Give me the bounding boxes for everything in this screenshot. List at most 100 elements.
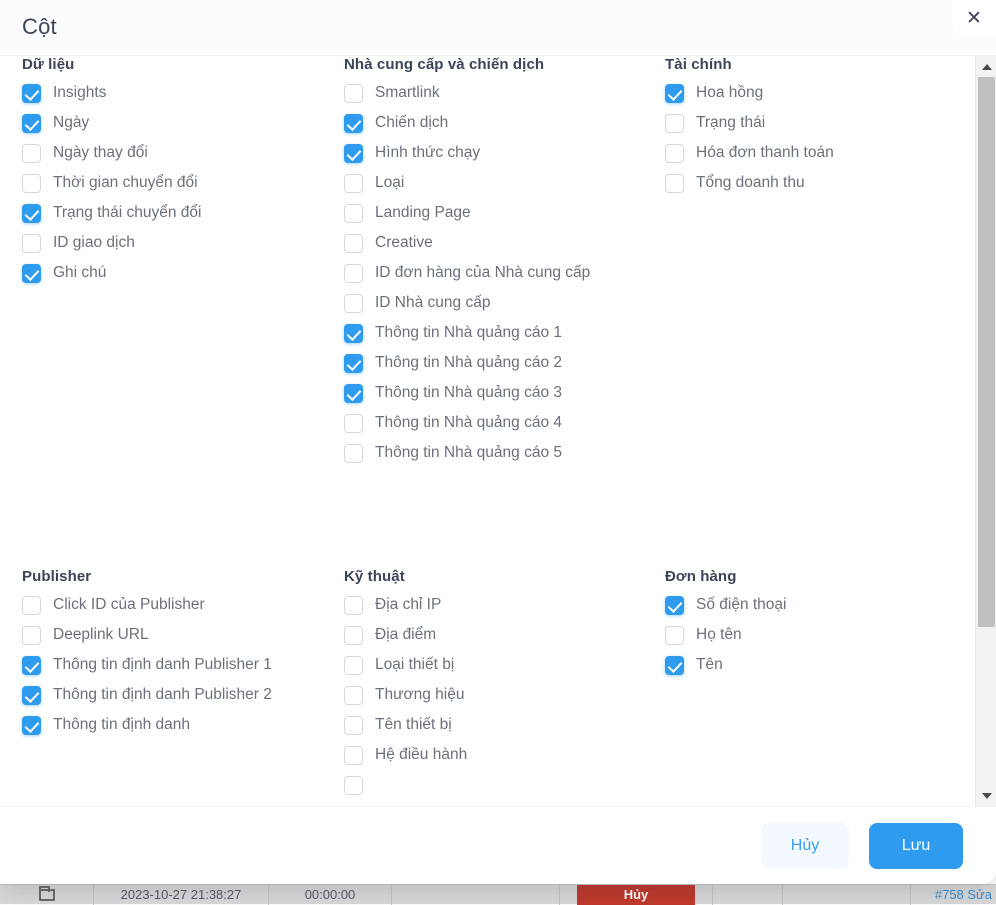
checkbox-option[interactable]: Hóa đơn thanh toán (665, 143, 965, 163)
checkbox-option[interactable]: Thương hiệu (344, 685, 644, 705)
checkbox-option[interactable]: Địa chỉ IP (344, 595, 644, 615)
checkbox-checked-icon[interactable] (665, 84, 684, 103)
checkbox-checked-icon[interactable] (22, 264, 41, 283)
checkbox-option[interactable]: Deeplink URL (22, 625, 322, 645)
checkbox-option-label: Click ID của Publisher (53, 595, 205, 614)
checkbox-option-label: Hệ điều hành (375, 745, 467, 764)
checkbox-option[interactable]: Hình thức chạy (344, 143, 644, 163)
checkbox-unchecked-icon[interactable] (344, 84, 363, 103)
checkbox-option[interactable]: Smartlink (344, 83, 644, 103)
checkbox-checked-icon[interactable] (22, 686, 41, 705)
checkbox-option[interactable]: Ngày thay đổi (22, 143, 322, 163)
scrollbar-thumb[interactable] (978, 77, 995, 627)
checkbox-unchecked-icon[interactable] (344, 686, 363, 705)
checkbox-option[interactable] (344, 775, 644, 795)
close-glyph: ✕ (966, 9, 982, 28)
checkbox-unchecked-icon[interactable] (665, 174, 684, 193)
status-badge: Hủy (577, 885, 695, 905)
row-edit-link[interactable]: #758 Sửa (911, 885, 996, 905)
checkbox-checked-icon[interactable] (344, 384, 363, 403)
checkbox-option[interactable]: Hệ điều hành (344, 745, 644, 765)
checkbox-unchecked-icon[interactable] (665, 626, 684, 645)
checkbox-unchecked-icon[interactable] (344, 174, 363, 193)
checkbox-option[interactable]: Thông tin định danh (22, 715, 322, 735)
checkbox-option[interactable]: Thông tin Nhà quảng cáo 4 (344, 413, 644, 433)
checkbox-option[interactable]: Creative (344, 233, 644, 253)
checkbox-option[interactable]: Thông tin Nhà quảng cáo 2 (344, 353, 644, 373)
checkbox-option[interactable]: Thời gian chuyển đổi (22, 173, 322, 193)
checkbox-checked-icon[interactable] (344, 144, 363, 163)
checkbox-option[interactable]: ID đơn hàng của Nhà cung cấp (344, 263, 644, 283)
checkbox-checked-icon[interactable] (344, 114, 363, 133)
checkbox-unchecked-icon[interactable] (665, 144, 684, 163)
checkbox-option[interactable]: ID Nhà cung cấp (344, 293, 644, 313)
checkbox-option[interactable]: Ghi chú (22, 263, 322, 283)
checkbox-checked-icon[interactable] (22, 656, 41, 675)
checkbox-option[interactable]: Trạng thái (665, 113, 965, 133)
checkbox-checked-icon[interactable] (665, 656, 684, 675)
checkbox-unchecked-icon[interactable] (344, 746, 363, 765)
checkbox-option[interactable]: Họ tên (665, 625, 965, 645)
dialog-body[interactable]: Dữ liệu Insights Ngày Ngày thay đổi Thời gia… (0, 56, 996, 806)
checkbox-checked-icon[interactable] (344, 324, 363, 343)
checkbox-unchecked-icon[interactable] (344, 294, 363, 313)
checkbox-unchecked-icon[interactable] (344, 414, 363, 433)
checkbox-unchecked-icon[interactable] (344, 656, 363, 675)
checkbox-option[interactable]: Tên thiết bị (344, 715, 644, 735)
checkbox-checked-icon[interactable] (22, 84, 41, 103)
checkbox-option-label: ID Nhà cung cấp (375, 293, 490, 312)
checkbox-unchecked-icon[interactable] (665, 114, 684, 133)
checkbox-option[interactable]: Thông tin Nhà quảng cáo 1 (344, 323, 644, 343)
close-icon[interactable]: ✕ (952, 0, 996, 36)
checkbox-checked-icon[interactable] (22, 204, 41, 223)
checkbox-option[interactable]: Tên (665, 655, 965, 675)
checkbox-unchecked-icon[interactable] (344, 626, 363, 645)
checkbox-option[interactable]: Hoa hồng (665, 83, 965, 103)
chevron-up-icon[interactable] (976, 56, 996, 77)
dialog-header: Cột (0, 0, 996, 56)
group-title: Dữ liệu (22, 56, 322, 73)
checkbox-checked-icon[interactable] (22, 114, 41, 133)
checkbox-option[interactable]: Số điện thoại (665, 595, 965, 615)
checkbox-option[interactable]: Ngày (22, 113, 322, 133)
checkbox-unchecked-icon[interactable] (344, 234, 363, 253)
checkbox-option-label: Loại thiết bị (375, 655, 454, 674)
triangle-up (982, 64, 992, 70)
checkbox-unchecked-icon[interactable] (344, 596, 363, 615)
checkbox-unchecked-icon[interactable] (344, 716, 363, 735)
checkbox-unchecked-icon[interactable] (22, 144, 41, 163)
checkbox-checked-icon[interactable] (344, 354, 363, 373)
checkbox-option[interactable]: Trạng thái chuyển đổi (22, 203, 322, 223)
checkbox-option[interactable]: ID giao dịch (22, 233, 322, 253)
checkbox-option[interactable]: Loại (344, 173, 644, 193)
checkbox-checked-icon[interactable] (22, 716, 41, 735)
row-duration-cell: 00:00:00 (269, 885, 392, 905)
checkbox-option[interactable]: Thông tin định danh Publisher 1 (22, 655, 322, 675)
vertical-scrollbar[interactable] (975, 56, 996, 806)
checkbox-option[interactable]: Thông tin Nhà quảng cáo 5 (344, 443, 644, 463)
checkbox-option[interactable]: Loại thiết bị (344, 655, 644, 675)
checkbox-unchecked-icon[interactable] (344, 264, 363, 283)
checkbox-option-label: Thông tin định danh Publisher 1 (53, 655, 272, 674)
checkbox-unchecked-icon[interactable] (22, 174, 41, 193)
checkbox-unchecked-icon[interactable] (22, 234, 41, 253)
save-button[interactable]: Lưu (869, 823, 963, 869)
checkbox-option[interactable]: Landing Page (344, 203, 644, 223)
checkbox-option[interactable]: Địa điểm (344, 625, 644, 645)
checkbox-checked-icon[interactable] (665, 596, 684, 615)
column-group-publisher: PublisherClick ID của PublisherDeeplink … (22, 568, 322, 745)
row-blank-cell-3 (783, 885, 911, 905)
checkbox-option[interactable]: Thông tin định danh Publisher 2 (22, 685, 322, 705)
checkbox-option[interactable]: Click ID của Publisher (22, 595, 322, 615)
cancel-button[interactable]: Hủy (761, 823, 849, 869)
checkbox-unchecked-icon[interactable] (344, 204, 363, 223)
checkbox-unchecked-icon[interactable] (344, 776, 363, 795)
checkbox-unchecked-icon[interactable] (22, 626, 41, 645)
checkbox-option[interactable]: Thông tin Nhà quảng cáo 3 (344, 383, 644, 403)
checkbox-unchecked-icon[interactable] (22, 596, 41, 615)
checkbox-option[interactable]: Insights (22, 83, 322, 103)
checkbox-option[interactable]: Tổng doanh thu (665, 173, 965, 193)
checkbox-option[interactable]: Chiến dịch (344, 113, 644, 133)
checkbox-unchecked-icon[interactable] (344, 444, 363, 463)
chevron-down-icon[interactable] (976, 785, 996, 806)
